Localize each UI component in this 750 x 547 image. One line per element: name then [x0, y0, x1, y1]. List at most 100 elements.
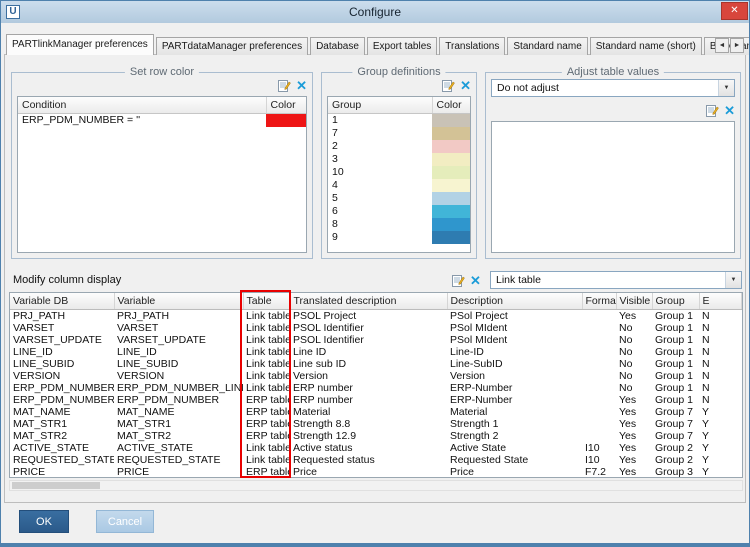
condition-cell: ERP_PDM_NUMBER = '' — [22, 113, 141, 126]
condition-color-column-header[interactable]: Color — [266, 97, 306, 114]
table-row[interactable]: LINE_ID LINE_ID Link table Line ID Line-ID No… — [10, 346, 742, 358]
tab-bar: PARTlinkManager preferences PARTdataManag… — [6, 34, 749, 55]
table-row[interactable]: LINE_SUBID LINE_SUBID Link table Line sub I… — [10, 358, 742, 370]
table-row[interactable]: PRJ_PATH PRJ_PATH Link table PSOL Project PS… — [10, 309, 742, 322]
table-row[interactable]: VARSET_UPDATE VARSET_UPDATE Link table PSOL… — [10, 334, 742, 346]
tab-standard-name[interactable]: Standard name — [507, 37, 588, 55]
table-row[interactable]: ERP_PDM_NUMBER ERP_PDM_NUMBER ERP table ERP… — [10, 394, 742, 406]
close-icon: ✕ — [730, 5, 739, 16]
edit-icon[interactable] — [442, 79, 455, 92]
group-color-swatch — [432, 191, 470, 205]
edit-icon[interactable] — [706, 104, 719, 117]
group-row[interactable]: 8 — [328, 217, 470, 231]
tab-partdatamanager-preferences[interactable]: PARTdataManager preferences — [155, 37, 309, 55]
columns-table: Variable DB Variable Table Translated descr… — [9, 292, 743, 478]
group-color-swatch — [432, 139, 470, 153]
table-row[interactable]: VARSET VARSET Link table PSOL Identifier PSo… — [10, 322, 742, 334]
adjust-toolbar: ✕ — [706, 103, 735, 117]
scrollbar-thumb[interactable] — [12, 482, 100, 489]
condition-column-header[interactable]: Condition — [18, 97, 267, 114]
table-row[interactable]: ERP_PDM_NUMBERERP_PDM_NUMBER_LINKTABLELi… — [10, 382, 742, 394]
group-color-swatch — [432, 217, 470, 231]
horizontal-scrollbar[interactable] — [9, 480, 743, 491]
group-column-header[interactable]: Group — [328, 97, 433, 114]
group-color-swatch — [432, 165, 470, 179]
group-number-cell: 7 — [332, 126, 338, 139]
edit-icon[interactable] — [278, 79, 291, 92]
column-header-e[interactable]: E — [699, 293, 742, 310]
group-number-cell: 2 — [332, 139, 338, 152]
clear-icon[interactable]: ✕ — [470, 274, 481, 287]
group-header-row: Group Color — [328, 97, 470, 114]
tab-standard-name-short[interactable]: Standard name (short) — [589, 37, 702, 55]
column-header-format[interactable]: Format — [582, 293, 617, 310]
group-number-cell: 8 — [332, 217, 338, 230]
group-row[interactable]: 6 — [328, 204, 470, 218]
adjust-table-values-group: Adjust table values Do not adjust ▼ ✕ — [485, 66, 741, 259]
group-definitions-group: Group definitions ✕ Group Color 1 7 2 3 10 4 5… — [321, 66, 477, 259]
column-header-variable-db[interactable]: Variable DB — [10, 293, 115, 310]
table-row[interactable]: PRICE PRICE ERP table Price Price F7.2 Yes Grou… — [10, 466, 742, 478]
adjust-mode-select[interactable]: Do not adjust ▼ — [491, 79, 735, 97]
group-row[interactable]: 7 — [328, 126, 470, 140]
group-number-cell: 9 — [332, 230, 338, 243]
group-row[interactable]: 3 — [328, 152, 470, 166]
group-number-cell: 5 — [332, 191, 338, 204]
tab-scroll-left-button[interactable]: ◄ — [715, 38, 729, 53]
table-row[interactable]: VERSION VERSION Link table Version Version No… — [10, 370, 742, 382]
clear-icon[interactable]: ✕ — [296, 79, 307, 92]
set-row-color-title: Set row color — [124, 66, 200, 79]
group-number-cell: 6 — [332, 204, 338, 217]
columns-table-body: PRJ_PATH PRJ_PATH Link table PSOL Project PS… — [10, 309, 742, 478]
group-row[interactable]: 10 — [328, 165, 470, 179]
group-color-swatch — [432, 126, 470, 140]
column-header-description[interactable]: Description — [447, 293, 583, 310]
tab-database[interactable]: Database — [310, 37, 365, 55]
ok-button[interactable]: OK — [19, 510, 69, 533]
table-row[interactable]: MAT_STR1 MAT_STR1 ERP table Strength 8.8 Str… — [10, 418, 742, 430]
group-color-column-header[interactable]: Color — [432, 97, 470, 114]
column-header-translated-description[interactable]: Translated description — [290, 293, 448, 310]
modify-column-display-label: Modify column display — [13, 274, 122, 286]
group-number-cell: 10 — [332, 165, 344, 178]
tab-export-tables[interactable]: Export tables — [366, 37, 438, 55]
clear-icon[interactable]: ✕ — [460, 79, 471, 92]
group-number-cell: 4 — [332, 178, 338, 191]
table-row[interactable]: ACTIVE_STATE ACTIVE_STATE Link table Active… — [10, 442, 742, 454]
edit-icon[interactable] — [452, 274, 465, 287]
column-header-variable[interactable]: Variable — [114, 293, 244, 310]
table-row[interactable]: MAT_STR2 MAT_STR2 ERP table Strength 12.9 St… — [10, 430, 742, 442]
table-row[interactable]: MAT_NAME MAT_NAME ERP table Material Materia… — [10, 406, 742, 418]
group-row[interactable]: 1 — [328, 113, 470, 127]
tab-partlinkmanager-preferences[interactable]: PARTlinkManager preferences — [6, 34, 154, 55]
table-select[interactable]: Link table ▼ — [490, 271, 742, 289]
table-row[interactable]: REQUESTED_STATE REQUESTED_STATE Link table… — [10, 454, 742, 466]
title-bar[interactable]: U Configure ✕ — [1, 1, 749, 23]
chevron-down-icon: ▼ — [725, 272, 741, 288]
clear-icon[interactable]: ✕ — [724, 104, 735, 117]
adjust-mode-value: Do not adjust — [497, 82, 559, 94]
group-definitions-title: Group definitions — [352, 66, 446, 79]
condition-header-row: Condition Color — [18, 97, 306, 114]
configure-dialog: U Configure ✕ PARTlinkManager preference… — [0, 0, 750, 547]
columns-header-row: Variable DB Variable Table Translated descr… — [10, 293, 742, 310]
column-header-table[interactable]: Table — [243, 293, 291, 310]
group-table: Group Color 1 7 2 3 10 4 5 6 8 9 — [327, 96, 471, 253]
condition-row[interactable]: ERP_PDM_NUMBER = '' — [18, 113, 306, 127]
chevron-down-icon: ▼ — [718, 80, 734, 96]
cancel-button[interactable]: Cancel — [96, 510, 154, 533]
tab-translations[interactable]: Translations — [439, 37, 506, 55]
group-row[interactable]: 2 — [328, 139, 470, 153]
close-button[interactable]: ✕ — [721, 2, 748, 20]
column-header-visible[interactable]: Visible — [616, 293, 653, 310]
column-header-group[interactable]: Group — [652, 293, 700, 310]
group-number-cell: 3 — [332, 152, 338, 165]
tab-scroll-right-button[interactable]: ► — [730, 38, 744, 53]
condition-table: Condition Color ERP_PDM_NUMBER = '' — [17, 96, 307, 253]
row-color-swatch — [266, 113, 306, 127]
group-row[interactable]: 5 — [328, 191, 470, 205]
group-row[interactable]: 9 — [328, 230, 470, 244]
group-number-cell: 1 — [332, 113, 338, 126]
group-row[interactable]: 4 — [328, 178, 470, 192]
table-select-value: Link table — [496, 274, 541, 286]
